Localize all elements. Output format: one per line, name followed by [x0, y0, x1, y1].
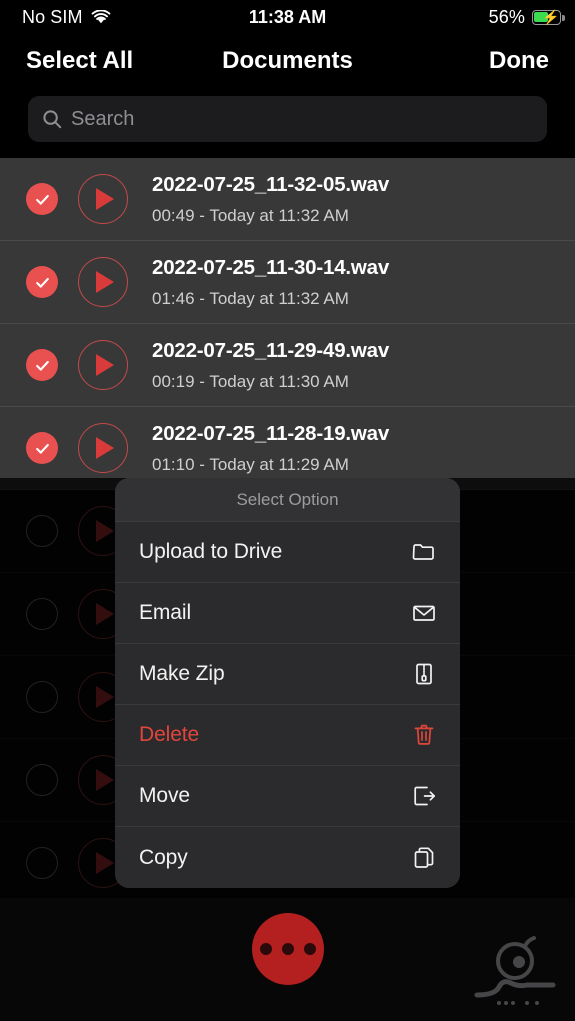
play-icon	[96, 271, 114, 293]
file-subtitle: 00:49 - Today at 11:32 AM	[152, 205, 349, 225]
action-sheet-item-label: Email	[139, 601, 192, 624]
checkbox-checked[interactable]	[26, 349, 58, 381]
checkbox-checked[interactable]	[26, 183, 58, 215]
checkbox-checked[interactable]	[26, 432, 58, 464]
sibche-logo	[469, 935, 561, 1007]
check-icon	[35, 277, 49, 288]
play-button[interactable]	[78, 340, 128, 390]
table-row[interactable]: 2022-07-25_11-29-49.wav 00:19 - Today at …	[0, 324, 575, 407]
action-sheet: Select Option Upload to Drive Email Make Z…	[115, 478, 460, 888]
action-sheet-item-label: Move	[139, 784, 190, 807]
play-icon	[96, 188, 114, 210]
play-button[interactable]	[78, 423, 128, 473]
play-button[interactable]	[78, 257, 128, 307]
battery-charging-icon: ⚡	[532, 9, 565, 25]
copy-icon	[412, 845, 436, 871]
done-button[interactable]: Done	[489, 47, 549, 75]
folder-icon	[412, 539, 436, 565]
file-subtitle: 01:10 - Today at 11:29 AM	[152, 454, 349, 474]
file-subtitle: 00:19 - Today at 11:30 AM	[152, 371, 349, 391]
action-sheet-item-make-zip[interactable]: Make Zip	[115, 644, 460, 705]
check-icon	[35, 443, 49, 454]
play-icon	[96, 437, 114, 459]
phone-screen: No SIM 11:38 AM 56% ⚡ Select All Documen…	[0, 0, 575, 1021]
file-name: 2022-07-25_11-32-05.wav	[152, 172, 390, 196]
envelope-icon	[412, 600, 436, 626]
status-bar: No SIM 11:38 AM 56% ⚡	[0, 0, 575, 34]
ellipsis-icon-dot	[303, 943, 316, 955]
file-name: 2022-07-25_11-30-14.wav	[152, 255, 390, 279]
search-placeholder: Search	[71, 107, 135, 130]
action-sheet-item-label: Upload to Drive	[139, 540, 283, 563]
table-row[interactable]: 2022-07-25_11-32-05.wav 00:49 - Today at …	[0, 158, 575, 241]
file-meta: 2022-07-25_11-32-05.wav 00:49 - Today at …	[152, 173, 389, 226]
file-subtitle: 01:46 - Today at 11:32 AM	[152, 288, 349, 308]
check-icon	[35, 360, 49, 371]
action-sheet-item-move[interactable]: Move	[115, 766, 460, 827]
zip-file-icon	[412, 661, 436, 687]
export-icon	[412, 783, 436, 809]
action-sheet-item-label: Delete	[139, 723, 200, 746]
trash-icon	[412, 722, 436, 748]
action-sheet-item-copy[interactable]: Copy	[115, 827, 460, 888]
action-sheet-items: Upload to Drive Email Make Zip Delete Move Co…	[115, 522, 460, 888]
navigation-bar: Select All Documents Done	[0, 34, 575, 88]
file-name: 2022-07-25_11-29-49.wav	[152, 338, 390, 362]
ellipsis-icon-dot	[259, 943, 272, 955]
file-name: 2022-07-25_11-28-19.wav	[152, 421, 390, 445]
search-input[interactable]: Search	[28, 96, 547, 142]
battery-percent-label: 56%	[488, 6, 525, 27]
file-meta: 2022-07-25_11-28-19.wav 01:10 - Today at …	[152, 422, 389, 475]
search-bar-container: Search	[0, 92, 575, 158]
play-button[interactable]	[78, 174, 128, 224]
action-sheet-item-label: Make Zip	[139, 662, 225, 685]
checkbox-checked[interactable]	[26, 266, 58, 298]
file-meta: 2022-07-25_11-30-14.wav 01:46 - Today at …	[152, 256, 389, 309]
table-row[interactable]: 2022-07-25_11-30-14.wav 01:46 - Today at …	[0, 241, 575, 324]
action-sheet-item-email[interactable]: Email	[115, 583, 460, 644]
check-icon	[35, 194, 49, 205]
ellipsis-icon-dot	[281, 943, 294, 955]
action-sheet-item-label: Copy	[139, 845, 188, 869]
play-icon	[96, 354, 114, 376]
action-sheet-item-delete[interactable]: Delete	[115, 705, 460, 766]
search-icon	[42, 109, 62, 129]
more-options-button[interactable]	[251, 913, 324, 985]
action-sheet-title: Select Option	[115, 478, 460, 522]
status-bar-right: 56% ⚡	[488, 6, 565, 28]
file-meta: 2022-07-25_11-29-49.wav 00:19 - Today at …	[152, 339, 389, 392]
action-sheet-item-upload-to-drive[interactable]: Upload to Drive	[115, 522, 460, 583]
